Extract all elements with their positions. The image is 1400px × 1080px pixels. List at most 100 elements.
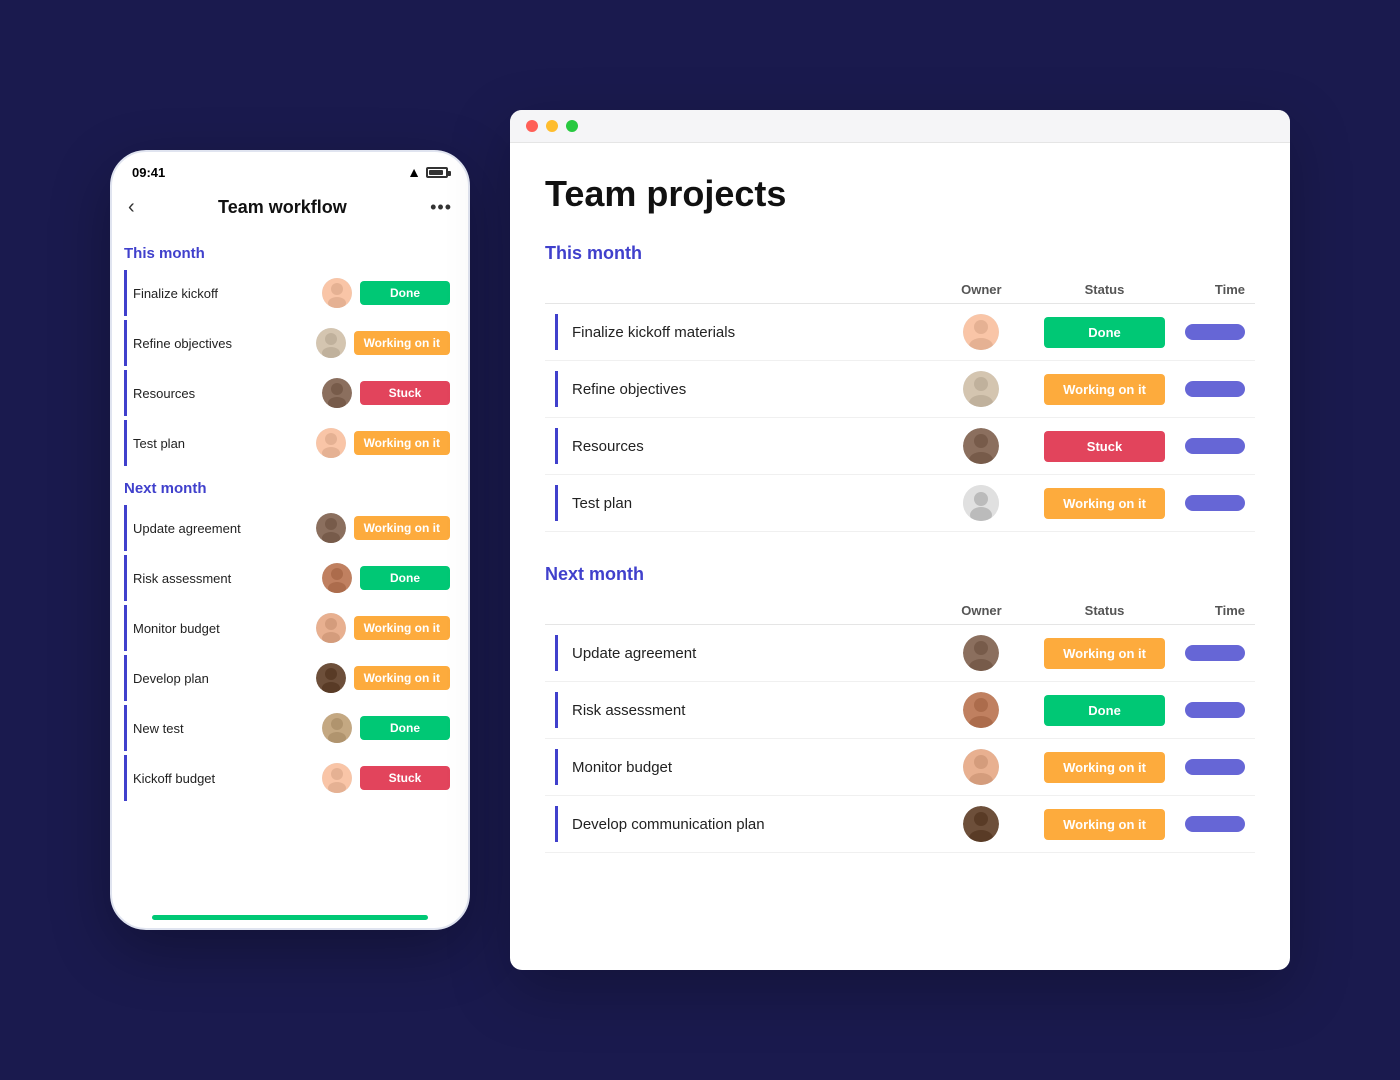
time-cell — [1175, 682, 1255, 739]
task-cell: Refine objectives — [545, 361, 929, 418]
avatar — [322, 278, 352, 308]
owner-cell — [929, 739, 1034, 796]
status-badge: Stuck — [1044, 431, 1165, 462]
table-row[interactable]: Finalize kickoff materials Done — [545, 304, 1255, 361]
desktop-this-month-label: This month — [545, 243, 1255, 264]
table-row[interactable]: Test plan Working on it — [545, 475, 1255, 532]
wifi-icon: ▲ — [407, 164, 421, 180]
task-name: Update agreement — [572, 645, 696, 662]
col-owner-header: Owner — [929, 276, 1034, 304]
owner-cell — [929, 796, 1034, 853]
owner-cell — [929, 625, 1034, 682]
window-titlebar — [510, 110, 1290, 143]
phone-menu-button[interactable]: ••• — [430, 197, 452, 218]
table-row[interactable]: Develop communication plan Working on it — [545, 796, 1255, 853]
task-border — [555, 485, 558, 521]
status-badge: Working on it — [354, 666, 450, 690]
col-owner-header-2: Owner — [929, 597, 1034, 625]
status-badge: Working on it — [1044, 809, 1165, 840]
col-time-header: Time — [1175, 276, 1255, 304]
status-badge: Done — [360, 716, 450, 740]
status-badge: Done — [1044, 317, 1165, 348]
main-container: 09:41 ▲ ‹ Team workflow ••• This month F… — [0, 0, 1400, 1080]
task-name: Risk assessment — [572, 702, 685, 719]
task-cell: Finalize kickoff materials — [545, 304, 929, 361]
table-header-row: Owner Status Time — [545, 276, 1255, 304]
avatar — [316, 663, 346, 693]
task-border — [555, 806, 558, 842]
task-row[interactable]: Resources Stuck — [124, 370, 456, 416]
task-cell: Develop communication plan — [545, 796, 929, 853]
table-row[interactable]: Refine objectives Working on it — [545, 361, 1255, 418]
status-badge: Done — [1044, 695, 1165, 726]
status-cell: Working on it — [1034, 625, 1175, 682]
time-bar — [1185, 381, 1245, 397]
status-badge: Working on it — [1044, 374, 1165, 405]
avatar — [316, 513, 346, 543]
task-row[interactable]: Refine objectives Working on it — [124, 320, 456, 366]
next-month-tbody: Update agreement Working on itRisk asses… — [545, 625, 1255, 853]
phone-body: This month Finalize kickoff DoneRefine o… — [112, 231, 468, 915]
phone-this-month-tasks: Finalize kickoff DoneRefine objectives W… — [124, 270, 456, 466]
next-month-table: Owner Status Time Update agreement Worki… — [545, 597, 1255, 853]
col-status-header-2: Status — [1034, 597, 1175, 625]
col-task-header-2 — [545, 597, 929, 625]
table-row[interactable]: Resources Stuck — [545, 418, 1255, 475]
task-name: Refine objectives — [572, 381, 686, 398]
phone-time: 09:41 — [132, 165, 165, 180]
status-cell: Working on it — [1034, 361, 1175, 418]
status-badge: Working on it — [354, 431, 450, 455]
status-badge: Working on it — [354, 331, 450, 355]
battery-icon — [426, 167, 448, 178]
time-cell — [1175, 361, 1255, 418]
task-row[interactable]: Monitor budget Working on it — [124, 605, 456, 651]
time-bar — [1185, 702, 1245, 718]
avatar — [963, 371, 999, 407]
task-name: Refine objectives — [133, 336, 308, 351]
phone-next-month-tasks: Update agreement Working on itRisk asses… — [124, 505, 456, 801]
status-cell: Done — [1034, 304, 1175, 361]
task-name: Finalize kickoff — [133, 286, 314, 301]
owner-cell — [929, 418, 1034, 475]
time-bar — [1185, 324, 1245, 340]
status-badge: Working on it — [354, 616, 450, 640]
time-cell — [1175, 739, 1255, 796]
task-row[interactable]: Risk assessment Done — [124, 555, 456, 601]
task-row[interactable]: Finalize kickoff Done — [124, 270, 456, 316]
status-badge: Working on it — [1044, 488, 1165, 519]
task-name: Risk assessment — [133, 571, 314, 586]
status-cell: Stuck — [1034, 418, 1175, 475]
page-title: Team projects — [545, 173, 1255, 215]
col-task-header — [545, 276, 929, 304]
task-row[interactable]: Update agreement Working on it — [124, 505, 456, 551]
table-header-row-2: Owner Status Time — [545, 597, 1255, 625]
avatar — [963, 635, 999, 671]
status-badge: Working on it — [354, 516, 450, 540]
avatar — [963, 428, 999, 464]
task-row[interactable]: Develop plan Working on it — [124, 655, 456, 701]
owner-cell — [929, 475, 1034, 532]
col-time-header-2: Time — [1175, 597, 1255, 625]
window-dot-yellow[interactable] — [546, 120, 558, 132]
window-dot-red[interactable] — [526, 120, 538, 132]
phone-status-icons: ▲ — [407, 164, 448, 180]
task-name: New test — [133, 721, 314, 736]
task-row[interactable]: New test Done — [124, 705, 456, 751]
task-name: Resources — [133, 386, 314, 401]
table-row[interactable]: Update agreement Working on it — [545, 625, 1255, 682]
window-body: Team projects This month Owner Status Ti… — [510, 143, 1290, 970]
phone-header: ‹ Team workflow ••• — [112, 188, 468, 231]
task-name: Monitor budget — [133, 621, 308, 636]
table-row[interactable]: Monitor budget Working on it — [545, 739, 1255, 796]
back-button[interactable]: ‹ — [128, 196, 135, 219]
task-name: Develop communication plan — [572, 816, 765, 833]
window-dot-green[interactable] — [566, 120, 578, 132]
task-row[interactable]: Test plan Working on it — [124, 420, 456, 466]
task-row[interactable]: Kickoff budget Stuck — [124, 755, 456, 801]
task-name: Update agreement — [133, 521, 308, 536]
table-row[interactable]: Risk assessment Done — [545, 682, 1255, 739]
avatar — [963, 692, 999, 728]
status-badge: Stuck — [360, 766, 450, 790]
status-cell: Working on it — [1034, 739, 1175, 796]
phone-bottom-bar — [152, 915, 428, 920]
